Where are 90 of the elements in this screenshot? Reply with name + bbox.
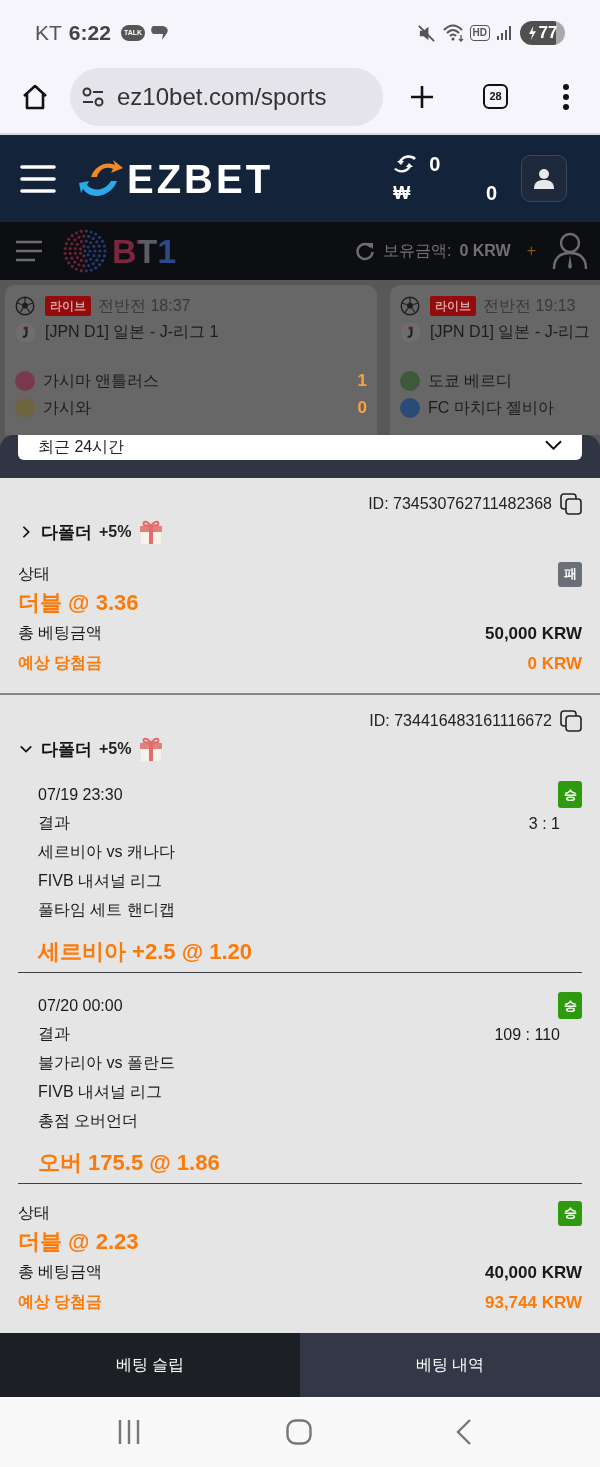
- result-badge: 승: [558, 992, 582, 1019]
- copy-icon[interactable]: [560, 710, 582, 732]
- bet-id: ID: 734416483161116672: [369, 712, 552, 730]
- live-badge: 라이브: [45, 296, 91, 316]
- battery-percent: 77: [538, 23, 558, 43]
- carrier-name: KT: [35, 21, 62, 45]
- league-logo-icon: [400, 321, 421, 343]
- bet-type-label: 다폴더: [41, 738, 92, 761]
- payout-label: 예상 당첨금: [18, 653, 103, 673]
- copy-icon[interactable]: [560, 493, 582, 515]
- url-text: ez10bet.com/sports: [117, 82, 327, 111]
- back-icon[interactable]: [456, 1419, 472, 1445]
- tab-count-button[interactable]: 28: [483, 84, 508, 109]
- team-name: 가시마 앤틀러스: [43, 370, 160, 391]
- match-teams: 불가리아 vs 폴란드: [38, 1053, 175, 1073]
- mute-icon: [416, 23, 436, 43]
- team-score: 1: [357, 371, 367, 391]
- soccer-ball-icon: [15, 296, 35, 316]
- bonus-label: +5%: [99, 740, 132, 758]
- stake-amount: 40,000 KRW: [485, 1262, 582, 1283]
- logo-icon: [77, 158, 123, 199]
- chevron-down-icon: [545, 439, 562, 450]
- hd-voice-badge: HD: [469, 25, 490, 41]
- chat-notification-icon: [150, 24, 171, 42]
- balance-label: 보유금액:: [382, 240, 452, 261]
- stake-amount: 50,000 KRW: [485, 623, 582, 644]
- selection-pick: 오버 175.5 @ 1.86: [38, 1149, 220, 1177]
- site-settings-icon[interactable]: [82, 86, 104, 107]
- points-icon: [393, 154, 418, 174]
- score-label: 결과: [38, 1024, 70, 1044]
- payout-amount: 93,744 KRW: [485, 1292, 582, 1313]
- status-label: 상태: [18, 563, 50, 584]
- account-icon[interactable]: [552, 232, 588, 270]
- dotted-circle-logo-icon: [62, 228, 108, 274]
- period-select[interactable]: 최근 24시간: [18, 435, 582, 460]
- result-badge: 승: [558, 1200, 582, 1226]
- league-name: [JPN D1] 일본 - J-리그: [430, 321, 590, 342]
- bottom-tab[interactable]: 베팅 슬립: [0, 1333, 300, 1397]
- match-datetime: 07/19 23:30: [38, 785, 123, 804]
- user-icon: [533, 167, 556, 190]
- team-name: FC 마치다 젤비아: [428, 397, 555, 418]
- gift-icon: [139, 519, 164, 545]
- home-icon[interactable]: [22, 83, 48, 110]
- cash-balance: 0: [485, 181, 498, 205]
- stake-label: 총 베팅금액: [18, 623, 103, 643]
- team-score: 0: [357, 398, 367, 418]
- more-options-icon[interactable]: [562, 83, 570, 110]
- live-badge: 라이브: [430, 296, 476, 316]
- points-balance: 0: [429, 152, 442, 176]
- soccer-ball-icon: [400, 296, 420, 316]
- currency-symbol: ₩: [393, 182, 412, 204]
- home-button-icon[interactable]: [286, 1419, 312, 1445]
- gift-icon: [139, 736, 164, 762]
- signal-icon: [496, 25, 512, 41]
- final-score: 109 : 110: [494, 1025, 560, 1044]
- match-datetime: 07/20 00:00: [38, 996, 123, 1015]
- balance-amount: 0 KRW: [459, 242, 511, 260]
- payout-label: 예상 당첨금: [18, 1292, 103, 1312]
- bonus-label: +5%: [99, 523, 132, 541]
- recent-apps-icon[interactable]: [118, 1419, 140, 1445]
- team-name: 도쿄 베르디: [428, 370, 513, 391]
- score-label: 결과: [38, 813, 70, 833]
- bet-id: ID: 734530762711482368: [368, 495, 552, 513]
- bet-odds: 더블 @ 3.36: [18, 589, 139, 617]
- team-name: 가시와: [43, 397, 91, 418]
- final-score: 3 : 1: [528, 814, 560, 833]
- result-badge: 승: [558, 781, 582, 808]
- league-name: [JPN D1] 일본 - J-리그 1: [45, 321, 219, 342]
- address-bar[interactable]: ez10bet.com/sports: [70, 67, 383, 126]
- match-teams: 세르비아 vs 캐나다: [38, 842, 175, 862]
- payout-amount: 0 KRW: [527, 653, 582, 674]
- refresh-icon[interactable]: [354, 241, 375, 261]
- market-name: 풀타임 세트 핸디캡: [38, 900, 175, 920]
- bet-type-label: 다폴더: [41, 521, 92, 544]
- selection-pick: 세르비아 +2.5 @ 1.20: [38, 938, 253, 966]
- new-tab-icon[interactable]: [410, 84, 434, 109]
- result-badge: 패: [558, 561, 582, 587]
- stake-label: 총 베팅금액: [18, 1262, 103, 1282]
- bet-odds: 더블 @ 2.23: [18, 1228, 139, 1256]
- status-label: 상태: [18, 1202, 50, 1223]
- logo-text: EZBET: [127, 156, 274, 201]
- charging-icon: [527, 26, 537, 40]
- user-button[interactable]: [521, 155, 568, 202]
- league-name: FIVB 내셔널 리그: [38, 871, 163, 891]
- league-name: FIVB 내셔널 리그: [38, 1082, 163, 1102]
- wifi-icon: [441, 23, 466, 43]
- market-name: 총점 오버언더: [38, 1111, 139, 1131]
- bottom-tab[interactable]: 베팅 내역: [300, 1333, 600, 1397]
- clock-time: 6:22: [68, 21, 111, 45]
- league-logo-icon: [15, 321, 36, 343]
